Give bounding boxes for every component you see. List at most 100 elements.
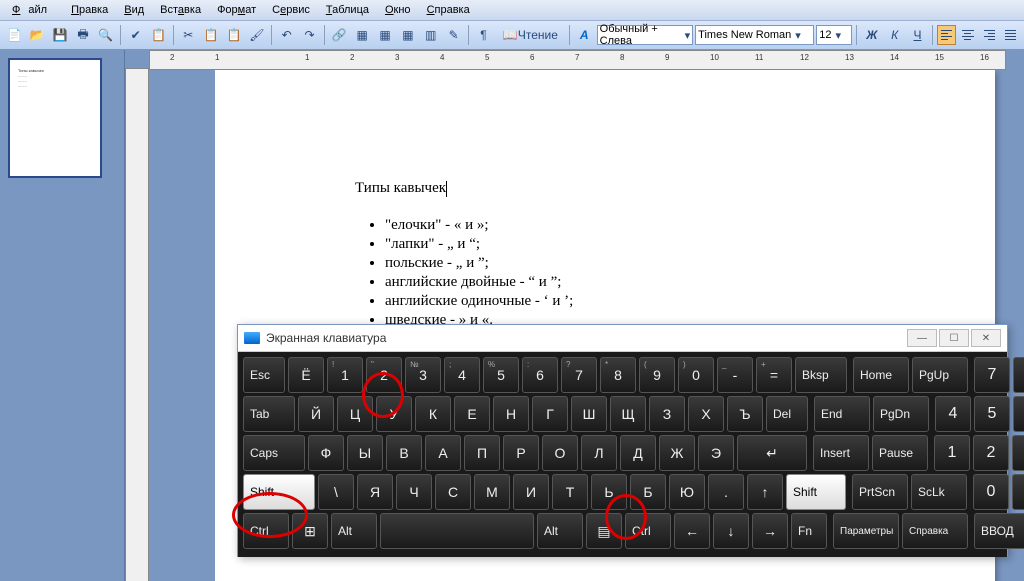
- key-1[interactable]: 1: [934, 435, 970, 471]
- print-icon[interactable]: 🖶: [73, 24, 94, 46]
- hyperlink-icon[interactable]: 🔗: [329, 24, 350, 46]
- size-combo[interactable]: 12▾: [816, 25, 852, 45]
- cut-icon[interactable]: ✂: [178, 24, 199, 46]
- key-параметры[interactable]: Параметры: [833, 513, 899, 549]
- drawing-icon[interactable]: ✎: [443, 24, 464, 46]
- key-ц[interactable]: Ц: [337, 396, 373, 432]
- research-icon[interactable]: 📋: [148, 24, 169, 46]
- align-justify-button[interactable]: [1001, 25, 1020, 45]
- key-ы[interactable]: Ы: [347, 435, 383, 471]
- key-п[interactable]: П: [464, 435, 500, 471]
- key-alt[interactable]: Alt: [331, 513, 377, 549]
- key-0[interactable]: 0: [973, 474, 1009, 510]
- key-6[interactable]: 6: [1013, 396, 1024, 432]
- save-icon[interactable]: 💾: [50, 24, 71, 46]
- menu-format[interactable]: Формат: [209, 2, 264, 18]
- key-[interactable]: .: [708, 474, 744, 510]
- key-справка[interactable]: Справка: [902, 513, 968, 549]
- align-left-button[interactable]: [937, 25, 956, 45]
- key-2[interactable]: 2: [973, 435, 1009, 471]
- key-с[interactable]: С: [435, 474, 471, 510]
- key-у[interactable]: У: [376, 396, 412, 432]
- key-а[interactable]: А: [425, 435, 461, 471]
- key-4[interactable]: 4;: [444, 357, 480, 393]
- key-ввод[interactable]: ВВОД: [974, 513, 1024, 549]
- key-8[interactable]: 8: [1013, 357, 1024, 393]
- table-icon[interactable]: ▦: [352, 24, 373, 46]
- italic-button[interactable]: К: [884, 24, 905, 46]
- font-combo[interactable]: Times New Roman▾: [695, 25, 814, 45]
- menu-file[interactable]: Файл: [4, 2, 63, 18]
- key-[interactable]: \: [318, 474, 354, 510]
- key-[interactable]: =+: [756, 357, 792, 393]
- key-к[interactable]: К: [415, 396, 451, 432]
- key-ь[interactable]: Ь: [591, 474, 627, 510]
- key-[interactable]: ↓: [713, 513, 749, 549]
- spellcheck-icon[interactable]: ✔: [125, 24, 146, 46]
- key-5[interactable]: 5: [974, 396, 1010, 432]
- key-я[interactable]: Я: [357, 474, 393, 510]
- key-del[interactable]: Del: [766, 396, 808, 432]
- open-icon[interactable]: 📂: [27, 24, 48, 46]
- minimize-button[interactable]: —: [907, 329, 937, 347]
- menu-tools[interactable]: Сервис: [264, 2, 318, 18]
- key-insert[interactable]: Insert: [813, 435, 869, 471]
- key-pgdn[interactable]: PgDn: [873, 396, 929, 432]
- key-prtscn[interactable]: PrtScn: [852, 474, 908, 510]
- key-т[interactable]: Т: [552, 474, 588, 510]
- key-bksp[interactable]: Bksp: [795, 357, 847, 393]
- close-button[interactable]: ✕: [971, 329, 1001, 347]
- key-8[interactable]: 8*: [600, 357, 636, 393]
- key-о[interactable]: О: [542, 435, 578, 471]
- copy-icon[interactable]: 📋: [201, 24, 222, 46]
- key-ч[interactable]: Ч: [396, 474, 432, 510]
- underline-button[interactable]: Ч: [907, 24, 928, 46]
- menu-view[interactable]: Вид: [116, 2, 152, 18]
- key-3[interactable]: 3№: [405, 357, 441, 393]
- key-ctrl[interactable]: Ctrl: [243, 513, 289, 549]
- key-9[interactable]: 9(: [639, 357, 675, 393]
- para-icon[interactable]: ¶: [473, 24, 494, 46]
- key-[interactable]: ↵: [737, 435, 807, 471]
- key-в[interactable]: В: [386, 435, 422, 471]
- key-ъ[interactable]: Ъ: [727, 396, 763, 432]
- key-1[interactable]: 1!: [327, 357, 363, 393]
- key-х[interactable]: Х: [688, 396, 724, 432]
- undo-icon[interactable]: ↶: [276, 24, 297, 46]
- key-р[interactable]: Р: [503, 435, 539, 471]
- key-[interactable]: →: [752, 513, 788, 549]
- key-3[interactable]: 3: [1012, 435, 1024, 471]
- key-0[interactable]: 0): [678, 357, 714, 393]
- key-[interactable]: ▤: [586, 513, 622, 549]
- key-pgup[interactable]: PgUp: [912, 357, 968, 393]
- key-alt[interactable]: Alt: [537, 513, 583, 549]
- key-ctrl[interactable]: Ctrl: [625, 513, 671, 549]
- menu-help[interactable]: Справка: [419, 2, 478, 18]
- align-center-button[interactable]: [958, 25, 977, 45]
- format-painter-icon[interactable]: 🖌: [246, 24, 267, 46]
- page-thumbnail[interactable]: Типы кавычек........................: [8, 58, 102, 178]
- columns-icon[interactable]: ▥: [420, 24, 441, 46]
- key-[interactable]: ↑: [747, 474, 783, 510]
- key-ф[interactable]: Ф: [308, 435, 344, 471]
- key-г[interactable]: Г: [532, 396, 568, 432]
- menu-window[interactable]: Окно: [377, 2, 419, 18]
- key-sclk[interactable]: ScLk: [911, 474, 967, 510]
- key-[interactable]: ⊞: [292, 513, 328, 549]
- key-и[interactable]: И: [513, 474, 549, 510]
- styles-icon[interactable]: A: [574, 24, 595, 46]
- key-4[interactable]: 4: [935, 396, 971, 432]
- menu-table[interactable]: Таблица: [318, 2, 377, 18]
- paste-icon[interactable]: 📋: [224, 24, 245, 46]
- excel-icon[interactable]: ▦: [398, 24, 419, 46]
- key-esc[interactable]: Esc: [243, 357, 285, 393]
- key-щ[interactable]: Щ: [610, 396, 646, 432]
- key-fn[interactable]: Fn: [791, 513, 827, 549]
- redo-icon[interactable]: ↷: [299, 24, 320, 46]
- reading-button[interactable]: 📖 Чтение: [496, 24, 565, 46]
- align-right-button[interactable]: [980, 25, 999, 45]
- key-[interactable]: [380, 513, 534, 549]
- key-caps[interactable]: Caps: [243, 435, 305, 471]
- key-home[interactable]: Home: [853, 357, 909, 393]
- key-з[interactable]: З: [649, 396, 685, 432]
